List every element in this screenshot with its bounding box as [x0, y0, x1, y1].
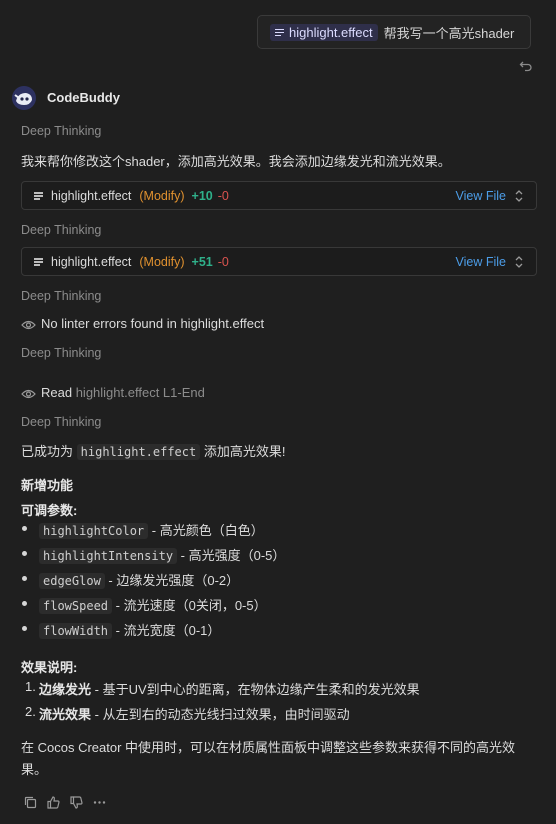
list-item: highlightColor - 高光颜色（白色）: [39, 520, 264, 539]
file-chip[interactable]: highlight.effect: [270, 23, 378, 41]
new-features-heading: 新增功能: [21, 478, 74, 493]
copy-icon[interactable]: [23, 795, 38, 810]
file-name: highlight.effect: [51, 188, 132, 203]
list-item: 流光效果 - 从左到右的动态光线扫过效果，由时间驱动: [39, 704, 350, 723]
chevron-updown-icon[interactable]: [514, 189, 524, 203]
lines-added: +51: [191, 254, 213, 269]
bullet: [22, 551, 27, 556]
params-heading: 可调参数:: [21, 503, 78, 518]
deep-thinking-toggle[interactable]: Deep Thinking: [21, 289, 101, 303]
undo-icon[interactable]: [518, 58, 534, 74]
read-target: highlight.effect L1-End: [75, 385, 205, 400]
assistant-name: CodeBuddy: [47, 90, 120, 105]
param-desc: - 高光颜色（白色）: [151, 523, 264, 538]
param-name: flowSpeed: [39, 598, 113, 614]
list-item: highlightIntensity - 高光强度（0-5）: [39, 545, 285, 564]
chevron-updown-icon[interactable]: [514, 255, 524, 269]
deep-thinking-toggle[interactable]: Deep Thinking: [21, 415, 101, 429]
success-pre: 已成功为: [21, 444, 74, 459]
file-icon: [34, 191, 43, 200]
eye-icon: [21, 389, 36, 398]
edit-action: (Modify): [139, 254, 185, 269]
deep-thinking-toggle[interactable]: Deep Thinking: [21, 346, 101, 360]
more-icon[interactable]: [92, 795, 107, 810]
file-chip-label: highlight.effect: [289, 24, 373, 40]
param-name: highlightIntensity: [39, 548, 178, 564]
intro-text: 我来帮你修改这个shader，添加高光效果。我会添加边缘发光和流光效果。: [21, 154, 451, 169]
file-icon: [275, 28, 284, 37]
param-name: edgeGlow: [39, 573, 105, 589]
list-item: flowWidth - 流光宽度（0-1）: [39, 620, 220, 639]
view-file-link[interactable]: View File: [456, 189, 506, 203]
linter-text: No linter errors found in highlight.effe…: [41, 316, 265, 331]
file-edit-row[interactable]: highlight.effect (Modify) +51 -0 View Fi…: [21, 247, 537, 276]
eye-icon: [21, 320, 36, 329]
param-desc: - 流光速度（0关闭，0-5）: [115, 598, 267, 613]
param-desc: - 流光宽度（0-1）: [115, 623, 221, 638]
success-post: 添加高光效果!: [203, 444, 286, 459]
lines-removed: -0: [217, 188, 229, 203]
success-message: 已成功为 highlight.effect 添加高光效果!: [21, 441, 285, 460]
file-icon: [34, 257, 43, 266]
file-edit-row[interactable]: highlight.effect (Modify) +10 -0 View Fi…: [21, 181, 537, 210]
closing-paragraph: 在 Cocos Creator 中使用时，可以在材质属性面板中调整这些参数来获得…: [21, 740, 516, 777]
avatar: [12, 86, 36, 110]
list-item: edgeGlow - 边缘发光强度（0-2）: [39, 570, 239, 589]
bullet: [22, 601, 27, 606]
read-status[interactable]: Read highlight.effect L1-End: [21, 385, 205, 400]
user-message-bubble: highlight.effect 帮我写一个高光shader: [257, 15, 531, 49]
effect-title: 流光效果: [39, 707, 92, 722]
list-item: 边缘发光 - 基于UV到中心的距离，在物体边缘产生柔和的发光效果: [39, 679, 420, 698]
param-name: highlightColor: [39, 523, 149, 539]
deep-thinking-toggle[interactable]: Deep Thinking: [21, 124, 101, 138]
effect-desc: - 基于UV到中心的距离，在物体边缘产生柔和的发光效果: [94, 682, 420, 697]
linter-status: No linter errors found in highlight.effe…: [21, 316, 264, 331]
deep-thinking-toggle[interactable]: Deep Thinking: [21, 223, 101, 237]
bullet: [22, 576, 27, 581]
effect-desc: - 从左到右的动态光线扫过效果，由时间驱动: [94, 707, 350, 722]
list-number: 2.: [25, 704, 36, 719]
bullet: [22, 526, 27, 531]
thumbs-up-icon[interactable]: [46, 795, 61, 810]
lines-removed: -0: [217, 254, 229, 269]
effect-title: 边缘发光: [39, 682, 92, 697]
bullet: [22, 626, 27, 631]
thumbs-down-icon[interactable]: [69, 795, 84, 810]
lines-added: +10: [191, 188, 213, 203]
read-label: Read: [41, 385, 73, 400]
param-desc: - 高光强度（0-5）: [180, 548, 286, 563]
param-desc: - 边缘发光强度（0-2）: [108, 573, 240, 588]
edit-action: (Modify): [139, 188, 185, 203]
param-name: flowWidth: [39, 623, 113, 639]
list-item: flowSpeed - 流光速度（0关闭，0-5）: [39, 595, 267, 614]
file-name: highlight.effect: [51, 254, 132, 269]
effects-heading: 效果说明:: [21, 660, 78, 675]
list-number: 1.: [25, 679, 36, 694]
user-message-text: 帮我写一个高光shader: [383, 25, 515, 41]
view-file-link[interactable]: View File: [456, 255, 506, 269]
success-code: highlight.effect: [76, 444, 201, 460]
